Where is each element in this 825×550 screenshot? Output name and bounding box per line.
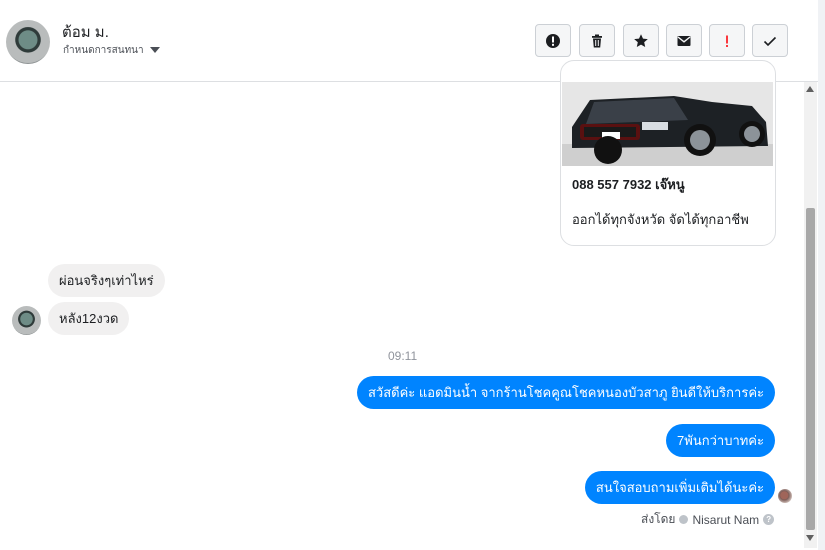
page-edge bbox=[818, 0, 825, 550]
delete-button[interactable] bbox=[579, 24, 615, 57]
help-icon[interactable]: ? bbox=[763, 514, 775, 525]
conversation-schedule[interactable]: กำหนดการสนทนา bbox=[63, 43, 160, 58]
settings-icon bbox=[679, 515, 689, 524]
shared-post-card[interactable]: 088 557 7932 เจ๊หนู ออกได้ทุกจังหวัด จัด… bbox=[560, 60, 776, 246]
star-button[interactable] bbox=[623, 24, 659, 57]
truck-image[interactable] bbox=[562, 82, 773, 166]
chevron-down-icon bbox=[149, 47, 160, 54]
scrollbar-thumb[interactable] bbox=[806, 208, 815, 530]
avatar[interactable] bbox=[6, 20, 50, 64]
contact-name[interactable]: ต้อม ม. bbox=[62, 20, 109, 44]
report-button[interactable] bbox=[535, 24, 571, 57]
sender-name[interactable]: Nisarut Nam bbox=[692, 513, 759, 527]
incoming-message[interactable]: ผ่อนจริงๆเท่าไหร่ bbox=[48, 264, 165, 297]
incoming-message[interactable]: หลัง12งวด bbox=[48, 302, 130, 335]
envelope-icon bbox=[677, 35, 691, 46]
message-timestamp: 09:11 bbox=[388, 349, 418, 363]
sent-by-line: ส่งโดย Nisarut Nam ? bbox=[641, 510, 775, 529]
sender-avatar[interactable] bbox=[12, 306, 41, 335]
seen-avatar bbox=[778, 489, 792, 503]
exclamation-icon bbox=[726, 35, 728, 47]
trash-icon bbox=[592, 34, 602, 47]
sent-by-label: ส่งโดย bbox=[641, 512, 676, 526]
outgoing-message[interactable]: 7พันกว่าบาทค่ะ bbox=[666, 424, 775, 457]
done-button[interactable] bbox=[752, 24, 788, 57]
spam-button[interactable] bbox=[709, 24, 745, 57]
card-description: ออกได้ทุกจังหวัด จัดได้ทุกอาชีพ bbox=[572, 212, 749, 227]
scroll-down-icon[interactable] bbox=[806, 535, 814, 541]
star-icon bbox=[634, 33, 648, 47]
outgoing-message[interactable]: สวัสดีค่ะ แอดมินน้ำ จากร้านโชคคูณโชคหนอง… bbox=[356, 376, 775, 409]
alert-icon bbox=[546, 33, 560, 48]
mark-unread-button[interactable] bbox=[666, 24, 702, 57]
card-title: 088 557 7932 เจ๊หนู bbox=[572, 177, 685, 192]
outgoing-message[interactable]: สนใจสอบถามเพิ่มเติมได้นะค่ะ bbox=[584, 471, 775, 504]
truck-photo bbox=[562, 82, 773, 166]
conversation-schedule-label: กำหนดการสนทนา bbox=[63, 45, 144, 56]
scroll-up-icon[interactable] bbox=[806, 86, 814, 92]
check-icon bbox=[763, 36, 777, 46]
